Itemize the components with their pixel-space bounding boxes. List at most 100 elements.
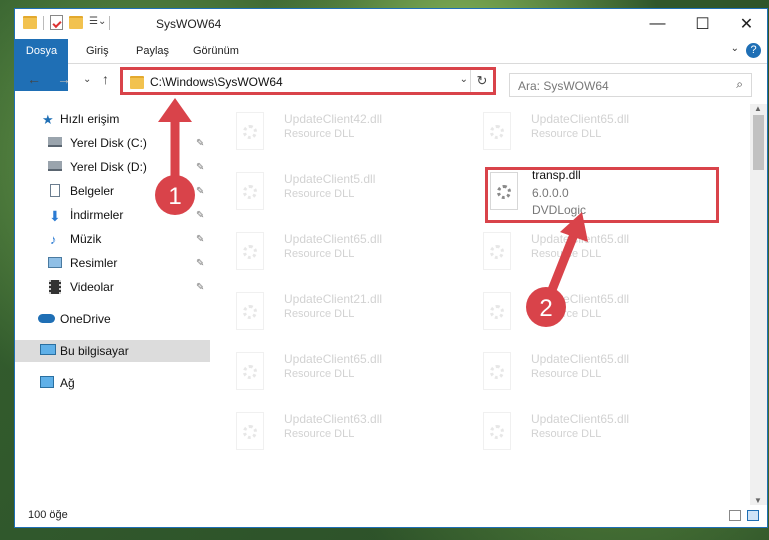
pin-icon[interactable]: ✎ (196, 210, 204, 221)
help-icon[interactable]: ? (746, 43, 761, 58)
pin-icon[interactable]: ✎ (196, 138, 204, 149)
search-placeholder: Ara: SysWOW64 (518, 79, 609, 93)
new-folder-icon[interactable] (69, 16, 83, 29)
pin-icon[interactable]: ✎ (196, 282, 204, 293)
maximize-button[interactable]: ☐ (680, 9, 725, 39)
file-type: Resource DLL (531, 248, 602, 260)
file-item[interactable]: UpdateClient65.dll Resource DLL (215, 226, 455, 278)
file-item[interactable]: UpdateClient63.dll Resource DLL (215, 406, 455, 458)
recent-locations-button[interactable]: ⌄ (83, 74, 91, 85)
search-icon[interactable]: ⌕ (736, 77, 743, 92)
up-button[interactable]: ↑ (102, 71, 109, 87)
file-name: UpdateClient65.dll (284, 232, 383, 246)
sidebar-item-this-pc[interactable]: Bu bilgisayar (15, 340, 210, 362)
dll-file-icon (483, 112, 511, 150)
tab-view[interactable]: Görünüm (193, 39, 239, 63)
tab-home[interactable]: Giriş (86, 39, 109, 63)
music-icon: ♪ (50, 232, 57, 247)
file-type: Resource DLL (531, 428, 602, 440)
cloud-icon (38, 314, 55, 323)
dll-file-icon (483, 352, 511, 390)
search-input[interactable]: Ara: SysWOW64 ⌕ (509, 73, 752, 97)
file-item[interactable]: UpdateClient65.dll Resource DLL (462, 406, 702, 458)
sidebar-item-quick-access[interactable]: ★ Hızlı erişim (15, 108, 210, 130)
drive-icon (48, 161, 62, 171)
dll-file-icon (236, 232, 264, 270)
file-item[interactable]: UpdateClient21.dll Resource DLL (215, 286, 455, 338)
address-bar[interactable]: C:\Windows\SysWOW64 ⌄ ↻ (120, 67, 496, 95)
file-item[interactable]: UpdateClient5.dll Resource DLL (215, 166, 455, 218)
pin-icon[interactable]: ✎ (196, 162, 204, 173)
scroll-down-icon[interactable]: ▼ (754, 496, 762, 505)
customize-toolbar-icon[interactable]: ☰⌄ (89, 16, 106, 30)
file-type: Resource DLL (531, 128, 602, 140)
file-name: UpdateClient65.dll (531, 112, 630, 126)
close-button[interactable]: ✕ (724, 9, 767, 39)
dll-file-icon (236, 352, 264, 390)
address-path[interactable]: C:\Windows\SysWOW64 (150, 75, 283, 89)
collapse-ribbon-icon[interactable]: ⌄ (731, 43, 739, 54)
divider (43, 15, 44, 30)
dll-file-icon (483, 292, 511, 330)
dll-file-icon (483, 232, 511, 270)
scroll-up-icon[interactable]: ▲ (754, 104, 762, 113)
folder-icon (130, 76, 144, 89)
highlighted-file-transp-dll[interactable]: transp.dll 6.0.0.0 DVDLogic (485, 167, 719, 223)
file-type: Resource DLL (284, 308, 355, 320)
pin-icon[interactable]: ✎ (196, 258, 204, 269)
sidebar-item-network[interactable]: Ağ (15, 372, 210, 394)
scroll-thumb[interactable] (753, 115, 764, 170)
pin-icon[interactable]: ✎ (196, 186, 204, 197)
file-item[interactable]: UpdateClient65.dll Resource DLL (462, 346, 702, 398)
tab-share[interactable]: Paylaş (136, 39, 169, 63)
folder-icon (23, 16, 37, 29)
forward-button[interactable]: → (57, 71, 71, 87)
status-bar: 100 öğe (15, 505, 767, 527)
file-type: Resource DLL (284, 428, 355, 440)
pin-icon[interactable]: ✎ (196, 234, 204, 245)
navigation-bar: ← → ⌄ ↑ C:\Windows\SysWOW64 ⌄ ↻ Ara: Sys… (15, 64, 767, 98)
sidebar-item-label: Bu bilgisayar (60, 344, 129, 358)
file-item[interactable]: transp.dll 6.0.0.0 DVDLogic (485, 167, 725, 219)
dll-file-icon (490, 172, 518, 210)
documents-icon (50, 184, 60, 197)
file-name: UpdateClient65.dll (531, 232, 630, 246)
sidebar-item-pictures[interactable]: Resimler ✎ (15, 252, 210, 274)
file-item[interactable]: UpdateClient42.dll Resource DLL (215, 106, 455, 158)
sidebar-item-label: İndirmeler (70, 208, 124, 222)
refresh-button[interactable]: ↻ (470, 70, 493, 92)
sidebar-item-disk-c[interactable]: Yerel Disk (C:) ✎ (15, 132, 210, 154)
file-type: Resource DLL (284, 248, 355, 260)
back-button[interactable]: ← (27, 71, 41, 87)
file-type: Resource DLL (284, 128, 355, 140)
sidebar-item-label: Ağ (60, 376, 75, 390)
dll-file-icon (236, 112, 264, 150)
properties-icon[interactable] (50, 15, 63, 30)
file-item[interactable]: UpdateClient65.dll Resource DLL (462, 286, 702, 338)
sidebar-item-downloads[interactable]: ⬇ İndirmeler ✎ (15, 204, 210, 226)
sidebar-item-documents[interactable]: Belgeler ✎ (15, 180, 210, 202)
file-name: UpdateClient65.dll (531, 352, 630, 366)
sidebar-item-onedrive[interactable]: OneDrive (15, 308, 210, 330)
item-count: 100 öğe (28, 509, 68, 521)
details-view-icon[interactable] (729, 510, 741, 521)
file-item[interactable]: UpdateClient65.dll Resource DLL (462, 106, 702, 158)
sidebar-item-videos[interactable]: Videolar ✎ (15, 276, 210, 298)
dll-file-icon (483, 412, 511, 450)
sidebar-item-music[interactable]: ♪ Müzik ✎ (15, 228, 210, 250)
computer-icon (40, 344, 56, 355)
navigation-pane: ★ Hızlı erişim Yerel Disk (C:) ✎ Yerel D… (15, 104, 210, 505)
vertical-scrollbar[interactable]: ▲ ▼ (750, 104, 767, 505)
drive-icon (48, 137, 62, 147)
minimize-button[interactable]: — (635, 9, 680, 39)
sidebar-item-label: OneDrive (60, 312, 111, 326)
file-version: 6.0.0.0 (532, 186, 569, 200)
file-item[interactable]: UpdateClient65.dll Resource DLL (215, 346, 455, 398)
file-name: UpdateClient65.dll (284, 352, 383, 366)
tiles-view-icon[interactable] (747, 510, 759, 521)
download-icon: ⬇ (49, 208, 61, 224)
file-item[interactable]: UpdateClient65.dll Resource DLL (462, 226, 702, 278)
sidebar-item-label: Resimler (70, 256, 118, 270)
chevron-down-icon[interactable]: ⌄ (460, 74, 468, 85)
sidebar-item-disk-d[interactable]: Yerel Disk (D:) ✎ (15, 156, 210, 178)
